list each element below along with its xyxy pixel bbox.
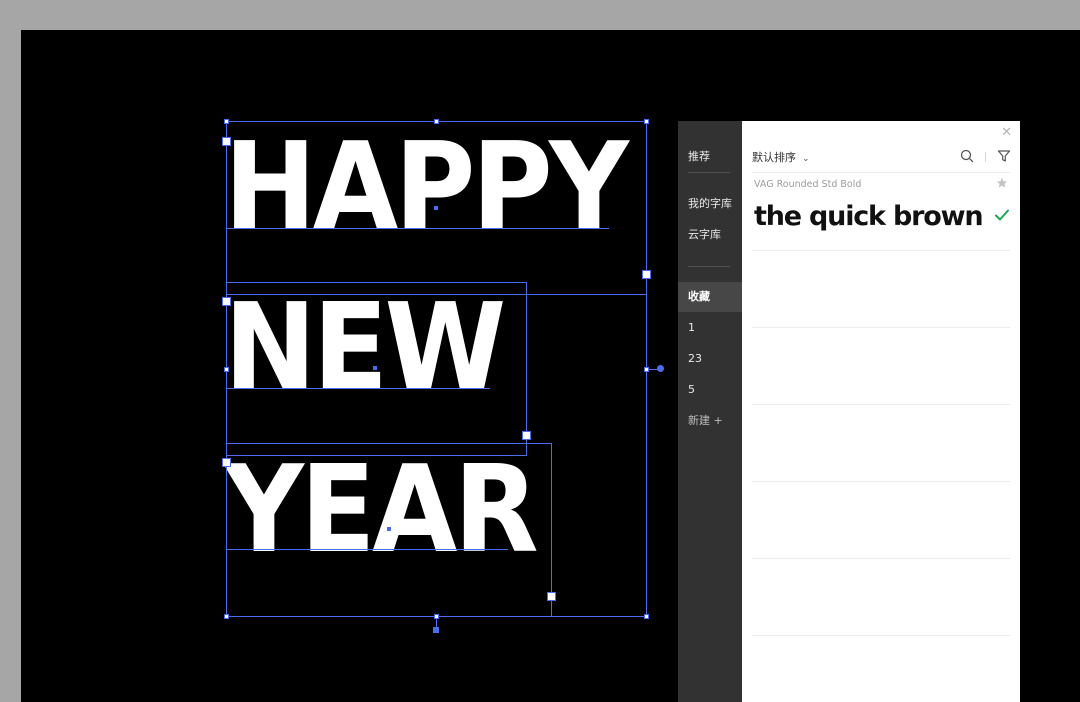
resize-handle[interactable] xyxy=(644,367,649,372)
nav-cloud-library[interactable]: 云字库 xyxy=(678,220,742,250)
nav-group-1[interactable]: 1 xyxy=(678,313,742,343)
nav-favorites[interactable]: 收藏 xyxy=(678,282,742,312)
sort-label: 默认排序 xyxy=(752,151,796,164)
resize-handle[interactable] xyxy=(434,119,439,124)
list-divider xyxy=(752,635,1010,636)
text-box-handle[interactable] xyxy=(642,270,651,279)
nav-my-library[interactable]: 我的字库 xyxy=(678,189,742,219)
new-group-button[interactable]: 新建 + xyxy=(678,406,742,436)
font-panel-sidebar: 推荐 我的字库 云字库 收藏 1 23 5 新建 + xyxy=(678,121,742,702)
resize-handle[interactable] xyxy=(644,119,649,124)
resize-handle[interactable] xyxy=(224,614,229,619)
resize-handle[interactable] xyxy=(644,614,649,619)
chevron-down-icon: ⌄ xyxy=(802,154,810,164)
toolbar-divider xyxy=(985,152,986,162)
font-list-area: ✕ 默认排序 ⌄ VAG Rounded Std Bold the quick b… xyxy=(742,121,1020,702)
text-line-year[interactable]: YEAR xyxy=(224,451,539,571)
font-panel: 推荐 我的字库 云字库 收藏 1 23 5 新建 + ✕ 默认排序 ⌄ VAG R… xyxy=(678,121,1020,702)
text-box-handle[interactable] xyxy=(222,458,231,467)
font-name-label: VAG Rounded Std Bold xyxy=(754,179,862,190)
list-divider xyxy=(752,404,1010,405)
sort-dropdown[interactable]: 默认排序 ⌄ xyxy=(752,149,810,165)
list-divider xyxy=(752,558,1010,559)
font-sample-text: the quick brown fox xyxy=(754,201,986,232)
center-point xyxy=(373,366,377,370)
rotate-handle[interactable] xyxy=(433,627,439,633)
center-point xyxy=(387,527,391,531)
resize-handle[interactable] xyxy=(224,367,229,372)
nav-recommend[interactable]: 推荐 xyxy=(678,142,742,172)
text-box-handle[interactable] xyxy=(522,431,531,440)
text-line-new[interactable]: NEW xyxy=(224,289,506,409)
star-icon[interactable] xyxy=(996,177,1008,189)
close-icon[interactable]: ✕ xyxy=(1001,125,1012,140)
search-icon[interactable] xyxy=(960,149,974,163)
center-point xyxy=(434,206,438,210)
rotate-handle[interactable] xyxy=(657,365,664,372)
filter-icon[interactable] xyxy=(997,149,1011,163)
nav-group-23[interactable]: 23 xyxy=(678,344,742,374)
nav-group-5[interactable]: 5 xyxy=(678,375,742,405)
text-box-handle[interactable] xyxy=(547,592,556,601)
text-box-handle[interactable] xyxy=(222,297,231,306)
font-list-item[interactable]: VAG Rounded Std Bold the quick brown fox xyxy=(742,173,1020,250)
nav-divider xyxy=(688,266,730,267)
resize-handle[interactable] xyxy=(224,119,229,124)
list-divider xyxy=(752,327,1010,328)
list-divider xyxy=(752,481,1010,482)
nav-divider xyxy=(688,172,730,173)
text-box-handle[interactable] xyxy=(222,137,231,146)
resize-handle[interactable] xyxy=(434,614,439,619)
text-line-happy[interactable]: HAPPY xyxy=(224,128,629,248)
check-icon[interactable] xyxy=(994,208,1010,222)
list-divider xyxy=(752,250,1010,251)
